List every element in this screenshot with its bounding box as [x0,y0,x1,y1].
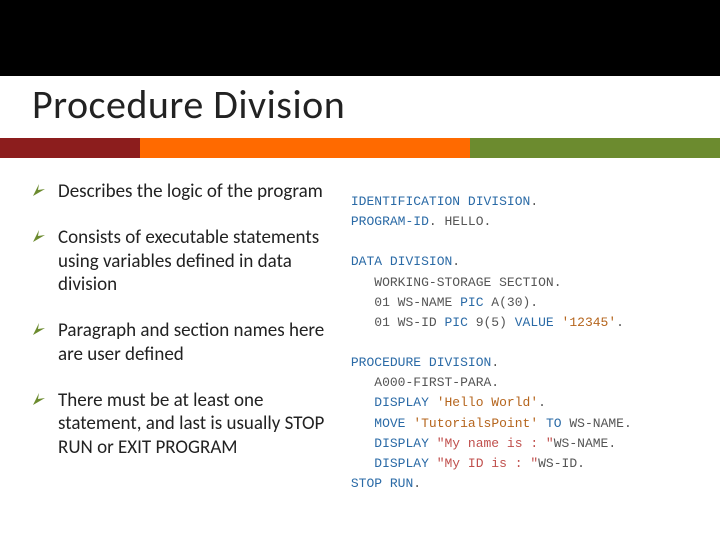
code-text: A000-FIRST-PARA. [351,375,499,390]
code-text: 01 WS-NAME [351,295,460,310]
code-text: 9(5) [468,315,515,330]
arrow-icon [32,183,48,197]
code-text [351,416,374,431]
code-text: WORKING-STORAGE SECTION. [351,275,562,290]
code-text: . [452,254,460,269]
arrow-icon [32,322,48,336]
accent-bar-dark-red [0,138,140,158]
bullet-item: There must be at least one statement, an… [32,389,335,460]
bullet-item: Paragraph and section names here are use… [32,319,335,367]
code-text: . [491,355,499,370]
code-text: WS-ID. [538,456,585,471]
code-text: . HELLO. [429,214,491,229]
code-keyword: DATA DIVISION [351,254,452,269]
bullet-text: Consists of executable statements using … [58,226,335,297]
code-text: . [538,395,546,410]
code-string: 'Hello World' [437,395,538,410]
slide-title: Procedure Division [32,80,345,129]
bullet-column: Describes the logic of the program Consi… [32,180,347,520]
slide: Procedure Division Describes the logic o… [0,0,720,540]
code-text [538,416,546,431]
code-text: . [530,194,538,209]
code-keyword: PROCEDURE DIVISION [351,355,491,370]
content-area: Describes the logic of the program Consi… [32,180,688,520]
code-keyword: PIC [445,315,468,330]
code-text [554,315,562,330]
code-text [429,436,437,451]
code-text: 01 WS-ID [351,315,445,330]
bullet-item: Describes the logic of the program [32,180,335,204]
code-text [429,456,437,471]
code-block: IDENTIFICATION DIVISION. PROGRAM-ID. HEL… [351,192,688,494]
code-keyword: VALUE [515,315,554,330]
code-text: WS-NAME. [554,436,616,451]
code-keyword: STOP RUN [351,476,413,491]
accent-bar [0,138,720,158]
bullet-text: There must be at least one statement, an… [58,389,335,460]
code-column: IDENTIFICATION DIVISION. PROGRAM-ID. HEL… [347,180,688,520]
bullet-text: Describes the logic of the program [58,180,323,204]
code-keyword: DISPLAY [374,456,429,471]
arrow-icon [32,229,48,243]
code-keyword: TO [546,416,562,431]
code-text: . [413,476,421,491]
code-keyword: DISPLAY [374,436,429,451]
accent-bar-green [470,138,720,158]
code-keyword: IDENTIFICATION DIVISION [351,194,530,209]
code-string: "My name is : " [437,436,554,451]
code-text: . [616,315,624,330]
header-bar-black [0,0,720,76]
accent-bar-orange [140,138,470,158]
code-text [429,395,437,410]
code-keyword: PIC [460,295,483,310]
code-string: 'TutorialsPoint' [413,416,538,431]
code-text [351,456,374,471]
code-text: A(30). [484,295,539,310]
bullet-list: Describes the logic of the program Consi… [32,180,335,460]
code-text: WS-NAME. [562,416,632,431]
code-text [351,395,374,410]
code-string: '12345' [562,315,617,330]
bullet-text: Paragraph and section names here are use… [58,319,335,367]
arrow-icon [32,392,48,406]
bullet-item: Consists of executable statements using … [32,226,335,297]
code-keyword: DISPLAY [374,395,429,410]
code-text [351,436,374,451]
code-keyword: MOVE [374,416,405,431]
code-keyword: PROGRAM-ID [351,214,429,229]
code-string: "My ID is : " [437,456,538,471]
